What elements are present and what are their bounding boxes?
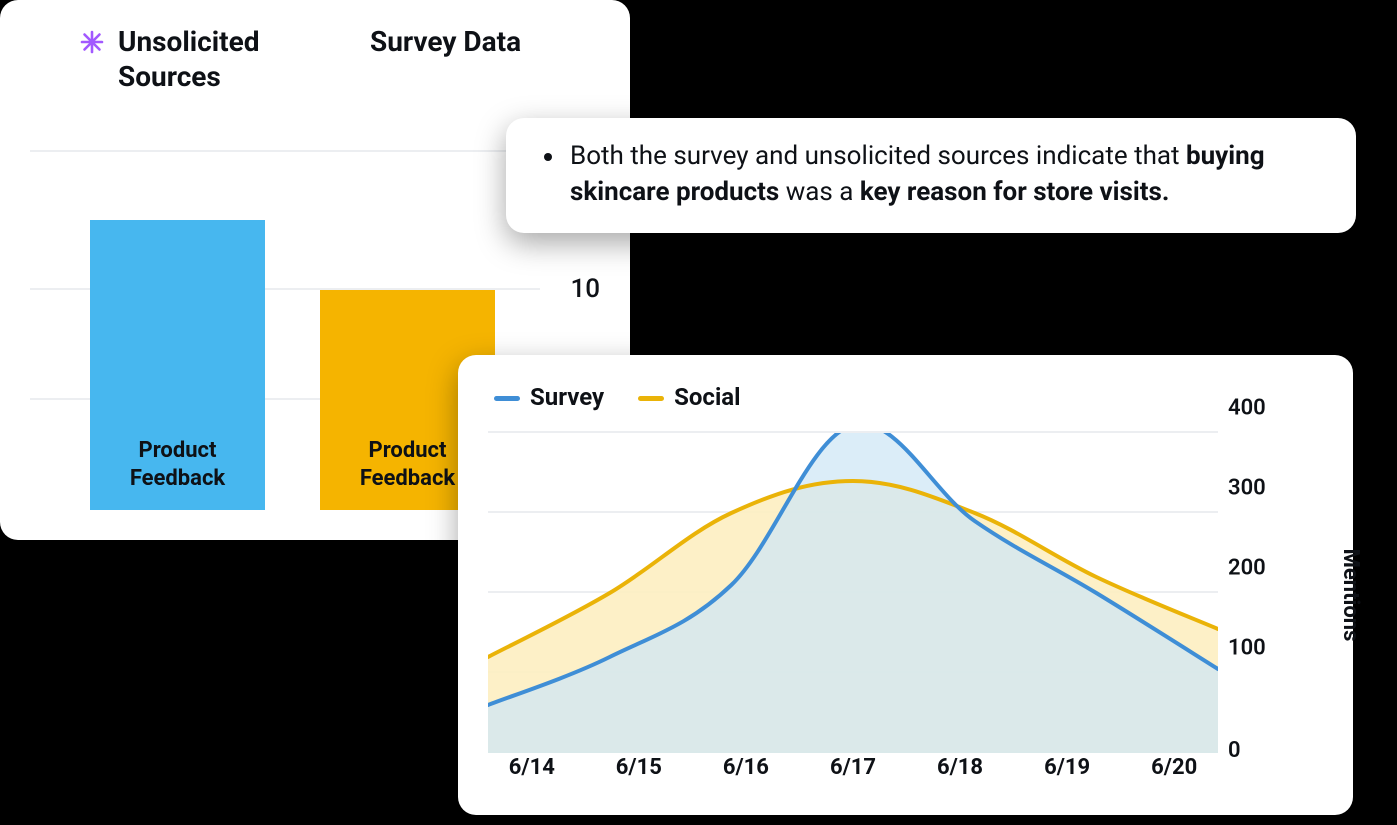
area-y-tick: 100 (1228, 636, 1266, 661)
legend-item-survey: Survey (494, 383, 604, 411)
bar-unsolicited: Product Feedback (90, 220, 265, 510)
bar-label-unsolicited: Product Feedback (90, 437, 265, 492)
area-x-tick: 6/20 (1151, 755, 1197, 780)
area-chart-card: Survey Social 6/14 6/15 6/16 6/17 6/18 6… (458, 355, 1353, 815)
area-chart-plot (488, 433, 1218, 753)
area-y-tick: 400 (1228, 396, 1266, 421)
legend-label-survey: Survey Data (370, 24, 521, 59)
insight-text-prefix: Both the survey and unsolicited sources … (570, 141, 1186, 171)
area-x-tick: 6/14 (509, 755, 555, 780)
area-y-axis: 0 100 200 300 400 (1228, 433, 1288, 753)
legend-swatch-survey (494, 396, 520, 401)
insight-text-bold2: key reason for store visits. (860, 177, 1170, 207)
legend-item-social: Social (638, 383, 740, 411)
area-x-tick: 6/18 (937, 755, 983, 780)
legend-item-unsolicited: Unsolicited Sources (80, 24, 300, 94)
area-x-tick: 6/17 (830, 755, 876, 780)
area-chart-svg (488, 433, 1218, 753)
area-x-tick: 6/15 (616, 755, 662, 780)
legend-swatch-social (638, 396, 664, 401)
area-x-tick: 6/16 (723, 755, 769, 780)
asterisk-icon (80, 30, 104, 54)
legend-label-social: Social (674, 383, 740, 411)
area-y-axis-label: Mentions (1338, 549, 1363, 642)
area-x-axis: 6/14 6/15 6/16 6/17 6/18 6/19 6/20 (488, 755, 1218, 795)
bar-chart-legend: Unsolicited Sources Survey Data (30, 24, 600, 94)
area-y-tick: 300 (1228, 476, 1266, 501)
area-chart-legend: Survey Social (494, 383, 740, 411)
bar-gridline (30, 150, 540, 152)
legend-item-survey: Survey Data (370, 24, 521, 94)
area-x-tick: 6/19 (1044, 755, 1090, 780)
insight-text-mid: was a (779, 177, 860, 207)
insight-card: Both the survey and unsolicited sources … (506, 118, 1356, 233)
insight-bullet: Both the survey and unsolicited sources … (566, 138, 1322, 211)
legend-label-unsolicited: Unsolicited Sources (118, 24, 300, 94)
area-y-tick: 0 (1228, 738, 1241, 763)
legend-label-survey: Survey (530, 383, 604, 411)
bar-y-tick: 10 (570, 274, 600, 304)
area-y-tick: 200 (1228, 556, 1266, 581)
